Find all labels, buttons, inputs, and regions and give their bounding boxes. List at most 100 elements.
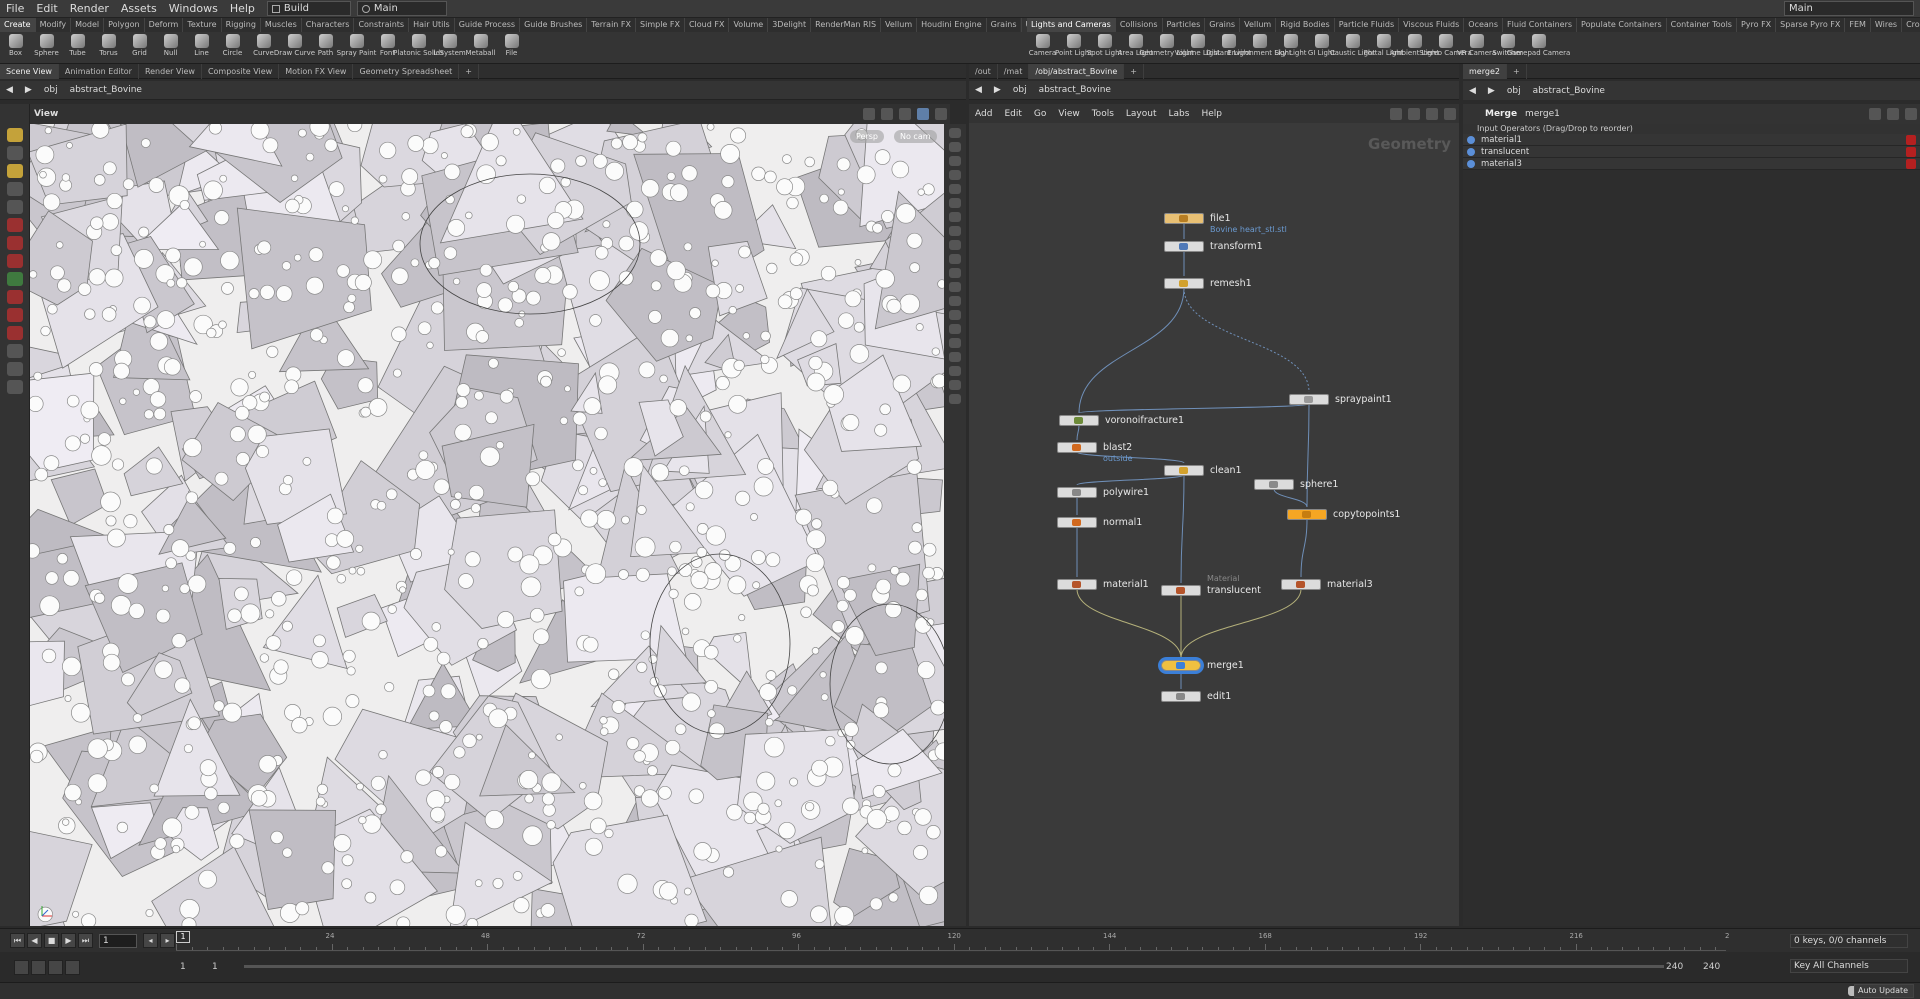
- lock-icon[interactable]: [6, 200, 23, 214]
- snapping-icon[interactable]: [881, 108, 893, 120]
- shelf_right-shelf-tab[interactable]: Lights and Cameras: [1027, 18, 1116, 32]
- settings-icon[interactable]: [65, 960, 80, 975]
- node-wire[interactable]: [1306, 403, 1310, 508]
- shelf-tool-button[interactable]: Curve: [248, 32, 279, 64]
- shelf-tool-button[interactable]: Gamepad Camera: [1507, 32, 1570, 64]
- shelf-tool-button[interactable]: Sphere: [31, 32, 62, 64]
- shelf-tool-button[interactable]: Stereo Camera: [1419, 32, 1472, 64]
- path-abstract-bovine[interactable]: abstract_Bovine: [1527, 86, 1611, 96]
- shelf-tool-button[interactable]: Box: [0, 32, 31, 64]
- menu-file[interactable]: File: [0, 0, 30, 18]
- shelf_right-shelf-tab[interactable]: Viscous Fluids: [1399, 18, 1465, 32]
- shelf_right-shelf-tab[interactable]: Particle Fluids: [1335, 18, 1400, 32]
- wrench-icon[interactable]: [1390, 107, 1402, 120]
- search-icon[interactable]: [1905, 108, 1917, 120]
- shelf_left-shelf-tab[interactable]: Rigging: [222, 18, 261, 32]
- shelf-tool-button[interactable]: Draw Curve: [274, 32, 315, 64]
- node-copytopoints1[interactable]: copytopoints1: [1287, 507, 1400, 521]
- menu-assets[interactable]: Assets: [115, 0, 163, 18]
- node-edit1[interactable]: edit1: [1161, 689, 1231, 703]
- shelf_right-shelf-tab[interactable]: Populate Containers: [1577, 18, 1667, 32]
- shelf-tool-button[interactable]: File: [496, 32, 527, 64]
- display-icon-19[interactable]: [949, 380, 961, 390]
- grid-icon[interactable]: [1408, 107, 1420, 120]
- node-tile[interactable]: [1164, 240, 1204, 252]
- shelf_right-shelf-tab[interactable]: Pyro FX: [1737, 18, 1777, 32]
- shelf-tool-button[interactable]: Caustic Light: [1330, 32, 1375, 64]
- tab-out[interactable]: /out: [969, 63, 998, 79]
- shelf_right-shelf-tab[interactable]: Oceans: [1464, 18, 1504, 32]
- shelf-tool-button[interactable]: Font: [372, 32, 403, 64]
- node-name-field[interactable]: merge1: [1525, 109, 1560, 119]
- remove-input-icon[interactable]: [1906, 159, 1916, 169]
- display-icon-16[interactable]: [949, 338, 961, 348]
- current-frame-field[interactable]: 1: [99, 933, 137, 948]
- shelf_right-shelf-tab[interactable]: Container Tools: [1667, 18, 1737, 32]
- remove-input-icon[interactable]: [1906, 135, 1916, 145]
- node-spraypaint1[interactable]: spraypaint1: [1289, 392, 1392, 406]
- shelf_left-shelf-tab[interactable]: Hair Utils: [409, 18, 455, 32]
- node-tile[interactable]: [1161, 690, 1201, 702]
- frame-ruler[interactable]: 1 24 48 72 96 120 144 168 192 216 2: [176, 931, 1729, 951]
- view-tool-icon[interactable]: [6, 344, 23, 358]
- net-menu-edit[interactable]: Edit: [998, 109, 1027, 119]
- camera-tool-icon[interactable]: [6, 362, 23, 376]
- node-tile[interactable]: [1281, 578, 1321, 590]
- display-icon-8[interactable]: [949, 226, 961, 236]
- display-icon-9[interactable]: [949, 240, 961, 250]
- node-wire[interactable]: [1180, 474, 1185, 584]
- key-all-channels-button[interactable]: Key All Channels: [1790, 959, 1908, 973]
- shelf-tool-button[interactable]: Metaball: [465, 32, 496, 64]
- prev-key-icon[interactable]: ◂: [143, 933, 158, 948]
- shelf_left-shelf-tab[interactable]: Muscles: [261, 18, 302, 32]
- group-tool-icon[interactable]: [6, 164, 23, 178]
- shelf-tool-button[interactable]: Circle: [217, 32, 248, 64]
- display-icon-18[interactable]: [949, 366, 961, 376]
- tab-geometry-spreadsheet[interactable]: Geometry Spreadsheet: [353, 63, 460, 79]
- select-tool-icon[interactable]: [6, 128, 23, 142]
- shelf_right-shelf-tab[interactable]: Grains: [1205, 18, 1241, 32]
- shelf_left-shelf-tab[interactable]: Cloud FX: [685, 18, 730, 32]
- forward-arrow-icon[interactable]: ▶: [19, 85, 38, 95]
- display-icon-13[interactable]: [949, 296, 961, 306]
- node-tile[interactable]: [1254, 478, 1294, 490]
- shelf_right-shelf-tab[interactable]: Rigid Bodies: [1276, 18, 1335, 32]
- shelf_left-shelf-tab[interactable]: Grains: [987, 18, 1022, 32]
- node-wire[interactable]: [1078, 403, 1310, 414]
- shelf-tool-button[interactable]: Null: [155, 32, 186, 64]
- shelf_left-shelf-tab[interactable]: Houdini Engine: [917, 18, 987, 32]
- back-arrow-icon[interactable]: ◀: [969, 85, 988, 95]
- shelf-tool-button[interactable]: Geometry Light: [1139, 32, 1194, 64]
- shelf_left-shelf-tab[interactable]: Texture: [183, 18, 222, 32]
- input-row[interactable]: material3: [1463, 158, 1920, 170]
- realtime-icon[interactable]: [14, 960, 29, 975]
- render-region-icon[interactable]: [6, 380, 23, 394]
- display-icon-15[interactable]: [949, 324, 961, 334]
- add-tab-icon[interactable]: +: [1507, 63, 1527, 79]
- lasso-tool-icon[interactable]: [6, 146, 23, 160]
- display-icon-12[interactable]: [949, 282, 961, 292]
- jump-end-icon[interactable]: ⏭: [78, 933, 93, 948]
- shelf-tool-button[interactable]: Camera: [1027, 32, 1058, 64]
- shelf_right-shelf-tab[interactable]: Fluid Containers: [1503, 18, 1578, 32]
- shelf_left-shelf-tab[interactable]: Simple FX: [636, 18, 685, 32]
- brush-tool-icon[interactable]: [6, 308, 23, 322]
- shelf_left-shelf-tab[interactable]: RenderMan RIS: [811, 18, 882, 32]
- jump-start-icon[interactable]: ⏮: [10, 933, 25, 948]
- range-end2-field[interactable]: 240: [1703, 962, 1720, 972]
- shelf_left-shelf-tab[interactable]: Create: [0, 18, 36, 32]
- node-blast2[interactable]: blast2: [1057, 440, 1132, 454]
- display-icon-1[interactable]: [949, 128, 961, 138]
- node-material1[interactable]: material1: [1057, 577, 1149, 591]
- path-abstract-bovine[interactable]: abstract_Bovine: [1033, 85, 1117, 95]
- shelf-tool-button[interactable]: Distant Light: [1206, 32, 1251, 64]
- range-start-field[interactable]: 1: [180, 962, 186, 972]
- node-tile[interactable]: [1057, 578, 1097, 590]
- net-menu-go[interactable]: Go: [1028, 109, 1052, 119]
- display-icon-4[interactable]: [949, 170, 961, 180]
- shelf-tool-button[interactable]: Sky Light: [1274, 32, 1307, 64]
- net-menu-tools[interactable]: Tools: [1086, 109, 1120, 119]
- net-menu-add[interactable]: Add: [969, 109, 998, 119]
- node-tile[interactable]: [1059, 414, 1099, 426]
- tab-animation-editor[interactable]: Animation Editor: [59, 63, 139, 79]
